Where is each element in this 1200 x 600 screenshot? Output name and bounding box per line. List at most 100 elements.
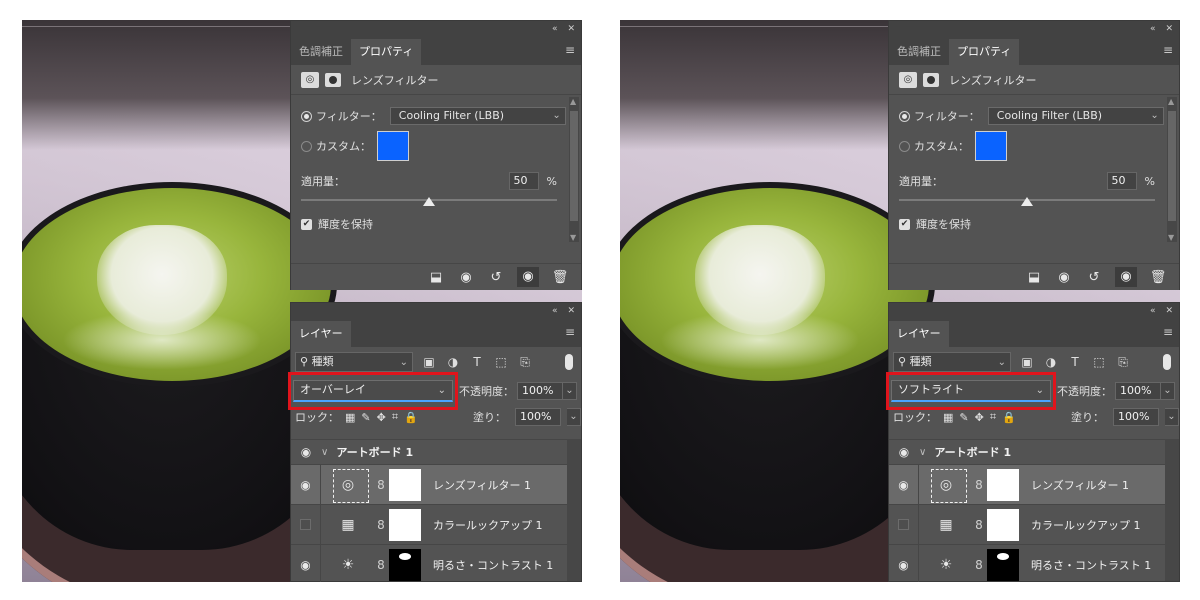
layer-mask-thumbnail[interactable] (987, 508, 1019, 541)
opacity-input[interactable]: 100% (517, 382, 563, 400)
view-previous-icon[interactable]: ◉ (1055, 270, 1073, 285)
layers-scrollbar[interactable] (567, 439, 581, 581)
trash-icon[interactable]: 🗑 (1149, 270, 1167, 285)
kind-filter-select[interactable]: ⚲ 種類 ⌄ (893, 352, 1011, 372)
layer-mask-thumbnail[interactable] (389, 508, 421, 541)
layer-row[interactable]: ◉ ◎ 8 レンズフィルター 1 (291, 464, 581, 505)
shape-filter-icon[interactable]: ⬚ (1091, 355, 1107, 369)
chain-link-icon[interactable]: 8 (375, 518, 387, 532)
eye-icon[interactable]: ◉ (291, 445, 321, 459)
tab-layers[interactable]: レイヤー (889, 321, 949, 347)
chevron-down-icon[interactable]: ∨ (919, 447, 926, 458)
layer-mask-thumbnail[interactable] (987, 468, 1019, 501)
chain-link-icon[interactable]: 8 (973, 558, 985, 572)
fill-input[interactable]: 100% (515, 408, 561, 426)
chain-link-icon[interactable]: 8 (973, 478, 985, 492)
chevron-down-icon[interactable]: ⌄ (563, 382, 577, 400)
close-icon[interactable]: ✕ (567, 24, 575, 34)
custom-color-swatch[interactable] (377, 131, 409, 161)
filter-radio[interactable] (899, 110, 910, 122)
shape-filter-icon[interactable]: ⬚ (493, 355, 509, 369)
scroll-thumb[interactable] (1168, 111, 1176, 221)
layer-mask-thumbnail[interactable] (987, 548, 1019, 581)
eye-icon[interactable]: ◉ (889, 478, 918, 492)
filter-toggle[interactable] (565, 354, 573, 370)
smart-object-filter-icon[interactable]: ⎘ (517, 355, 533, 370)
layers-scrollbar[interactable] (1165, 439, 1179, 581)
smart-object-filter-icon[interactable]: ⎘ (1115, 355, 1131, 370)
scroll-up-icon[interactable]: ▲ (570, 97, 576, 106)
mask-icon[interactable] (325, 72, 341, 87)
trash-icon[interactable]: 🗑 (551, 270, 569, 285)
reset-icon[interactable]: ↺ (1085, 270, 1103, 285)
close-icon[interactable]: ✕ (567, 306, 575, 316)
preserve-checkbox[interactable]: ✔ (899, 218, 910, 230)
panel-menu-icon[interactable]: ≡ (1163, 325, 1173, 339)
lock-paint-icon[interactable]: ✎ (361, 411, 370, 424)
properties-scrollbar[interactable]: ▲ ▼ (1167, 97, 1177, 242)
lock-all-icon[interactable]: 🔒 (404, 411, 418, 424)
slider-thumb[interactable] (423, 197, 435, 206)
panel-menu-icon[interactable]: ≡ (1163, 43, 1173, 57)
eye-hidden-icon[interactable] (300, 519, 311, 530)
lock-transparent-icon[interactable]: ▦ (345, 411, 355, 424)
eye-slot[interactable]: ◉ (291, 464, 321, 505)
tab-properties[interactable]: プロパティ (351, 39, 422, 65)
adjustment-filter-icon[interactable]: ◑ (445, 355, 461, 369)
chain-link-icon[interactable]: 8 (973, 518, 985, 532)
scroll-down-icon[interactable]: ▼ (1168, 233, 1174, 242)
eye-slot[interactable] (291, 504, 321, 545)
lock-artboard-icon[interactable]: ⌗ (990, 410, 996, 424)
fill-input[interactable]: 100% (1113, 408, 1159, 426)
eye-slot[interactable] (889, 504, 919, 545)
collapse-icon[interactable]: « (1150, 24, 1156, 34)
opacity-input[interactable]: 100% (1115, 382, 1161, 400)
adjustment-filter-icon[interactable]: ◑ (1043, 355, 1059, 369)
chain-link-icon[interactable]: 8 (375, 558, 387, 572)
lock-move-icon[interactable]: ✥ (975, 411, 984, 424)
lock-transparent-icon[interactable]: ▦ (943, 411, 953, 424)
artboard-group-row[interactable]: ◉ ∨ アートボード 1 (291, 439, 581, 465)
slider-thumb[interactable] (1021, 197, 1033, 206)
visibility-eye-icon[interactable]: ◉ (1115, 267, 1137, 287)
view-previous-icon[interactable]: ◉ (457, 270, 475, 285)
eye-icon[interactable]: ◉ (889, 445, 919, 459)
properties-scrollbar[interactable]: ▲ ▼ (569, 97, 579, 242)
scroll-up-icon[interactable]: ▲ (1168, 97, 1174, 106)
chain-link-icon[interactable]: 8 (375, 478, 387, 492)
layer-mask-thumbnail[interactable] (389, 468, 421, 501)
filter-select[interactable]: Cooling Filter (LBB) ⌄ (987, 107, 1164, 125)
filter-radio[interactable] (301, 110, 312, 122)
pixel-filter-icon[interactable]: ▣ (1019, 355, 1035, 369)
density-slider[interactable] (301, 193, 557, 211)
tab-layers[interactable]: レイヤー (291, 321, 351, 347)
filter-toggle[interactable] (1163, 354, 1171, 370)
close-icon[interactable]: ✕ (1165, 24, 1173, 34)
panel-menu-icon[interactable]: ≡ (565, 43, 575, 57)
tab-properties[interactable]: プロパティ (949, 39, 1020, 65)
density-input[interactable]: 50 (508, 172, 539, 190)
collapse-icon[interactable]: « (1150, 306, 1156, 316)
type-filter-icon[interactable]: T (469, 355, 485, 369)
scroll-thumb[interactable] (570, 111, 578, 221)
lock-move-icon[interactable]: ✥ (377, 411, 386, 424)
layer-row[interactable]: ◉ ☀ 8 明るさ・コントラスト 1 (291, 544, 581, 582)
layer-row[interactable]: ◉ ◎ 8 レンズフィルター 1 (889, 464, 1179, 505)
lock-all-icon[interactable]: 🔒 (1002, 411, 1016, 424)
density-slider[interactable] (899, 193, 1155, 211)
tab-adjustments[interactable]: 色調補正 (889, 39, 949, 65)
eye-icon[interactable]: ◉ (291, 478, 320, 492)
eye-slot[interactable]: ◉ (889, 544, 919, 582)
custom-radio[interactable] (301, 140, 312, 152)
density-input[interactable]: 50 (1106, 172, 1137, 190)
eye-slot[interactable]: ◉ (291, 544, 321, 582)
layer-row[interactable]: ◉ ☀ 8 明るさ・コントラスト 1 (889, 544, 1179, 582)
custom-color-swatch[interactable] (975, 131, 1007, 161)
layer-row[interactable]: ▦ 8 カラールックアップ 1 (291, 504, 581, 545)
eye-icon[interactable]: ◉ (889, 558, 918, 572)
chevron-down-icon[interactable]: ∨ (321, 447, 328, 458)
visibility-eye-icon[interactable]: ◉ (517, 267, 539, 287)
tab-adjustments[interactable]: 色調補正 (291, 39, 351, 65)
chevron-down-icon[interactable]: ⌄ (1165, 408, 1179, 426)
eye-hidden-icon[interactable] (898, 519, 909, 530)
